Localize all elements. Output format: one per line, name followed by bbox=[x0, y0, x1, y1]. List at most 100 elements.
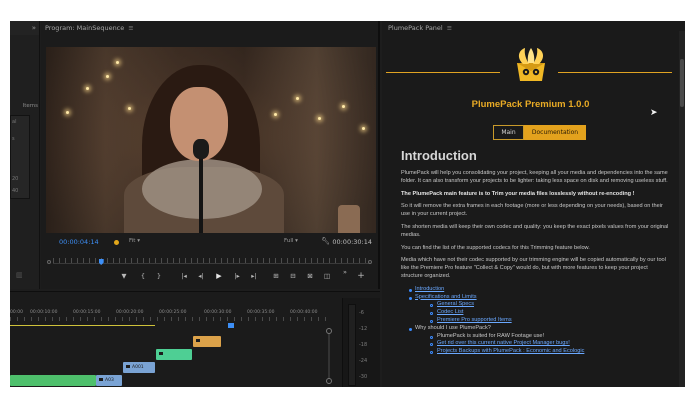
step-back-button[interactable]: ◂| bbox=[195, 270, 207, 282]
plumepack-logo-icon bbox=[517, 48, 545, 81]
go-to-out-button[interactable]: ▸| bbox=[248, 270, 260, 282]
ruler-label: 00:00:25:00 bbox=[159, 310, 187, 315]
ruler-label: 00:00:15:00 bbox=[73, 310, 101, 315]
ruler-ticks bbox=[10, 317, 332, 321]
mouse-cursor-icon: ➤ bbox=[650, 108, 658, 118]
monitor-title-text: Program: MainSequence bbox=[45, 24, 125, 32]
scrub-start-handle[interactable] bbox=[47, 260, 51, 264]
timeline-clip[interactable] bbox=[10, 375, 96, 386]
more-controls-button[interactable]: » bbox=[339, 266, 351, 278]
panel-scrollbar[interactable] bbox=[679, 31, 685, 387]
items-label: Items bbox=[22, 103, 38, 109]
db-label: -6 bbox=[359, 310, 364, 316]
list-value: 40 bbox=[12, 188, 19, 194]
panel-menu-icon[interactable]: ≡ bbox=[447, 24, 452, 32]
resolution-select[interactable]: Full ▾ bbox=[284, 238, 298, 244]
toc-item[interactable]: General Specs bbox=[401, 301, 671, 309]
fx-icon bbox=[196, 339, 200, 342]
string-light bbox=[116, 61, 119, 64]
tab-main[interactable]: Main bbox=[493, 125, 524, 140]
list-value: al bbox=[12, 119, 17, 125]
bullet-icon bbox=[430, 351, 433, 355]
panel-overflow-button[interactable]: » bbox=[10, 21, 39, 35]
toc-item[interactable]: Introduction bbox=[401, 286, 671, 294]
go-to-in-button[interactable]: |◂ bbox=[178, 270, 190, 282]
toc-link[interactable]: Codec List bbox=[437, 309, 463, 315]
panel-tab[interactable]: PlumePack Panel ≡ bbox=[388, 24, 452, 32]
string-light bbox=[362, 127, 365, 130]
string-light bbox=[274, 113, 277, 116]
marker-dot bbox=[114, 240, 119, 245]
monitor-scrubber[interactable] bbox=[53, 258, 371, 266]
audio-meter: -6 -12 -18 -24 -30 bbox=[342, 298, 380, 387]
toc-item[interactable]: Codec List bbox=[401, 309, 671, 317]
panel-menu-icon[interactable]: ≡ bbox=[128, 24, 133, 32]
transport-controls: ▼ { } |◂ ◂| ▶ |▸ ▸| ⊞ ⊟ ⊠ ◫ » + bbox=[41, 268, 378, 282]
zoom-handle-top[interactable] bbox=[326, 328, 332, 334]
time-ruler[interactable]: 00:00 00:00:10:00 00:00:15:00 00:00:20:0… bbox=[10, 310, 332, 322]
wrench-icon[interactable]: 🔧︎ bbox=[321, 237, 330, 245]
lift-button[interactable]: ⊞ bbox=[270, 270, 282, 282]
plugin-tabs: Main Documentation bbox=[493, 125, 586, 140]
playhead[interactable] bbox=[98, 259, 104, 265]
bullet-icon bbox=[409, 327, 412, 331]
ruler-label: 00:00:30:00 bbox=[204, 310, 232, 315]
work-area-bar[interactable] bbox=[10, 325, 155, 326]
ruler-label: 00:00:20:00 bbox=[116, 310, 144, 315]
timeline-clip[interactable] bbox=[193, 336, 221, 347]
toc-link[interactable]: Projects Backups with PlumePack : Econom… bbox=[437, 348, 584, 354]
bullet-icon bbox=[409, 288, 412, 292]
doc-paragraph: The shorten media will keep their own co… bbox=[401, 223, 669, 238]
trash-icon[interactable]: ▥ bbox=[16, 271, 23, 279]
mark-in-button[interactable]: { bbox=[137, 270, 149, 282]
panel-title: PlumePack Panel bbox=[388, 24, 443, 32]
bullet-icon bbox=[430, 312, 433, 316]
timeline-clip[interactable]: A001 bbox=[123, 362, 155, 373]
tab-documentation[interactable]: Documentation bbox=[524, 125, 586, 140]
timeline-panel: 00:00 00:00:10:00 00:00:15:00 00:00:20:0… bbox=[10, 291, 380, 387]
project-panel-strip: » Items al s 20 40 ▥ bbox=[10, 21, 40, 289]
play-button[interactable]: ▶ bbox=[213, 270, 225, 282]
export-frame-icon[interactable]: ◫ bbox=[321, 270, 333, 282]
add-button[interactable]: + bbox=[355, 270, 367, 282]
toc-link[interactable]: Specifications and Limits bbox=[415, 294, 477, 300]
mic-stand bbox=[199, 157, 203, 233]
toc-link[interactable]: General Specs bbox=[437, 301, 474, 307]
db-label: -12 bbox=[359, 326, 368, 332]
current-timecode[interactable]: 00:00:04:14 bbox=[59, 238, 99, 246]
list-value: 20 bbox=[12, 176, 19, 182]
doc-paragraph: Media which have not their codec support… bbox=[401, 257, 666, 279]
timeline-zoom-scrollbar[interactable] bbox=[326, 328, 332, 384]
video-frame[interactable] bbox=[46, 47, 376, 233]
toc-link[interactable]: Premiere Pro supported Items bbox=[437, 317, 512, 323]
scrub-end-handle[interactable] bbox=[368, 260, 372, 264]
timeline-playhead[interactable] bbox=[228, 323, 234, 328]
timeline-clip[interactable] bbox=[156, 349, 192, 360]
ruler-label: 00:00 bbox=[10, 310, 23, 315]
add-marker-button[interactable]: ▼ bbox=[118, 270, 130, 282]
string-light bbox=[128, 107, 131, 110]
clip-label: A001 bbox=[132, 365, 144, 370]
scrollbar-thumb[interactable] bbox=[680, 59, 684, 107]
plumepack-panel: PlumePack Panel ≡ PlumePack Premium 1.0.0… bbox=[382, 21, 685, 387]
fx-icon bbox=[99, 378, 103, 381]
header-rule-right bbox=[558, 72, 672, 73]
toc-link[interactable]: Introduction bbox=[415, 286, 444, 292]
mark-out-button[interactable]: } bbox=[153, 270, 165, 282]
duration-timecode: 00:00:30:14 bbox=[332, 238, 372, 246]
project-list[interactable]: al s 20 40 bbox=[10, 115, 30, 199]
bullet-icon bbox=[430, 319, 433, 323]
zoom-handle-bottom[interactable] bbox=[326, 378, 332, 384]
timeline-clip[interactable]: A03 bbox=[96, 375, 122, 386]
overwrite-button[interactable]: ⊠ bbox=[304, 270, 316, 282]
microphone bbox=[193, 139, 209, 159]
extract-button[interactable]: ⊟ bbox=[287, 270, 299, 282]
toc-item[interactable]: Premiere Pro supported Items bbox=[401, 317, 671, 325]
toc-item[interactable]: Projects Backups with PlumePack : Econom… bbox=[401, 348, 671, 356]
toc-item[interactable]: Get rid over this current native Project… bbox=[401, 340, 671, 348]
zoom-select[interactable]: Fit ▾ bbox=[129, 238, 140, 244]
step-forward-button[interactable]: |▸ bbox=[231, 270, 243, 282]
toc-link[interactable]: Get rid over this current native Project… bbox=[437, 340, 570, 346]
toc-item[interactable]: Specifications and Limits bbox=[401, 294, 671, 302]
monitor-title[interactable]: Program: MainSequence ≡ bbox=[45, 24, 134, 32]
